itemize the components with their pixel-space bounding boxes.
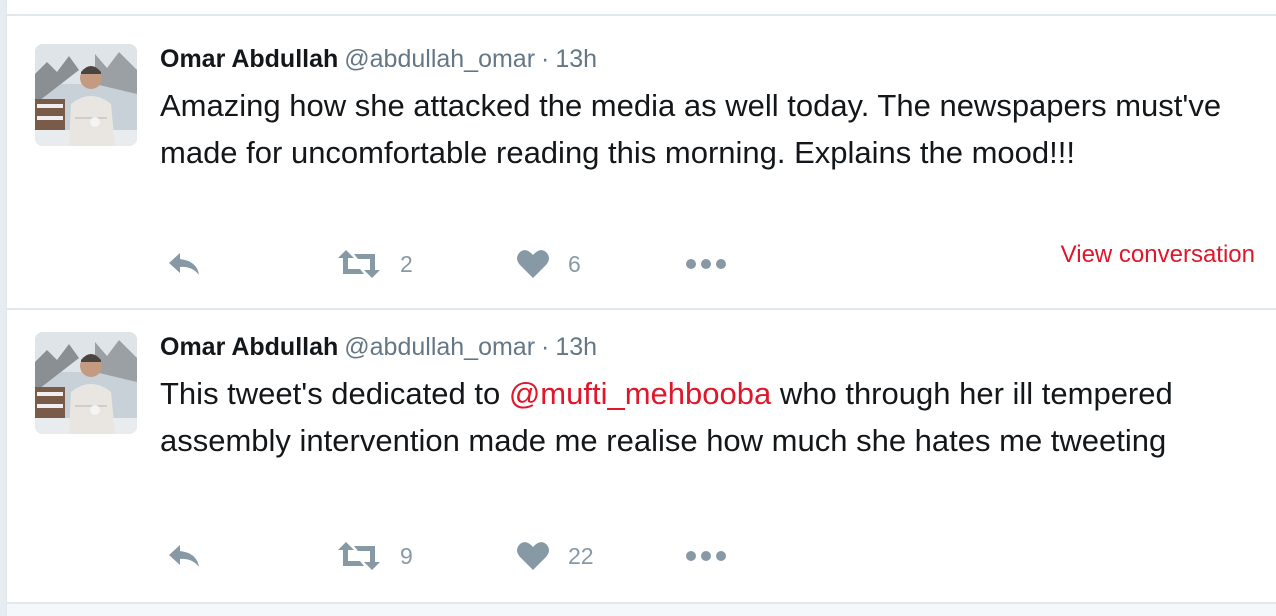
more-dots-icon [686, 551, 726, 561]
reply-icon [169, 253, 199, 275]
author-name[interactable]: Omar Abdullah [160, 333, 338, 361]
retweet-icon [338, 542, 380, 570]
like-count: 22 [568, 542, 594, 569]
heart-icon [517, 542, 549, 570]
like-count: 6 [568, 250, 581, 277]
separator-dot: · [541, 333, 550, 361]
retweet-button[interactable]: 2 [336, 244, 413, 284]
previous-tweet-edge [7, 0, 1276, 16]
more-button[interactable] [684, 536, 728, 576]
view-conversation-link[interactable]: View conversation [1061, 240, 1255, 270]
tweet-header: Omar Abdullah @abdullah_omar · 13h [160, 42, 597, 76]
tweet-text: Amazing how she attacked the media as we… [160, 88, 1222, 170]
reply-button[interactable] [166, 244, 202, 284]
tweet-timestamp[interactable]: 13h [555, 333, 597, 361]
retweet-count: 9 [400, 542, 413, 569]
tweet-timestamp[interactable]: 13h [555, 45, 597, 73]
tweet[interactable]: Omar Abdullah @abdullah_omar · 13h This twe… [7, 310, 1276, 604]
tweet-header: Omar Abdullah @abdullah_omar · 13h [160, 330, 597, 364]
avatar[interactable] [35, 332, 137, 434]
separator-dot: · [541, 45, 550, 73]
retweet-icon [338, 250, 380, 278]
author-name[interactable]: Omar Abdullah [160, 45, 338, 73]
like-button[interactable]: 22 [516, 536, 594, 576]
tweet-timeline: Omar Abdullah @abdullah_omar · 13h Amazing … [6, 0, 1276, 616]
retweet-button[interactable]: 9 [336, 536, 413, 576]
more-dots-icon [686, 259, 726, 269]
reply-button[interactable] [166, 536, 202, 576]
like-button[interactable]: 6 [516, 244, 581, 284]
next-tweet-edge [7, 604, 1276, 616]
mention-link[interactable]: @mufti_mehbooba [509, 376, 771, 411]
retweet-count: 2 [400, 250, 413, 277]
more-button[interactable] [684, 244, 728, 284]
avatar-photo [35, 332, 137, 434]
avatar-photo [35, 44, 137, 146]
reply-icon [169, 545, 199, 567]
author-handle[interactable]: @abdullah_omar [344, 333, 535, 361]
tweet[interactable]: Omar Abdullah @abdullah_omar · 13h Amazing … [7, 16, 1276, 310]
tweet-actions: 9 22 [160, 536, 1260, 576]
heart-icon [517, 250, 549, 278]
author-handle[interactable]: @abdullah_omar [344, 45, 535, 73]
tweet-text-start: This tweet's dedicated to [160, 376, 509, 411]
avatar[interactable] [35, 44, 137, 146]
tweet-text: This tweet's dedicated to @mufti_mehboob… [160, 370, 1260, 464]
